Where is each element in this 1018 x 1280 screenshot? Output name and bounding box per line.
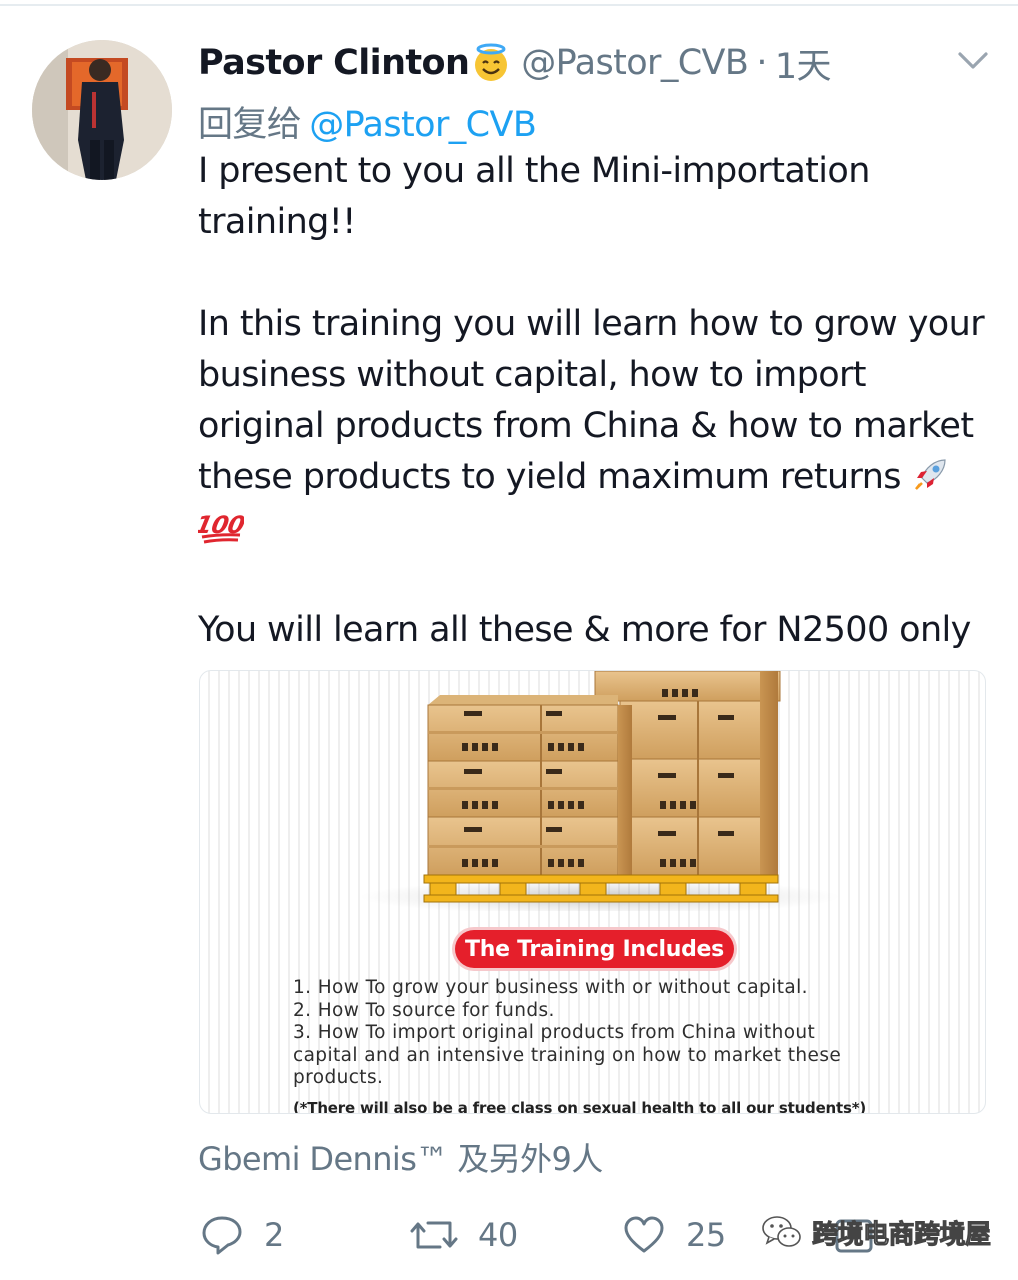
reply-button[interactable]: 2 <box>200 1205 284 1265</box>
reply-mention-link[interactable]: @Pastor_CVB <box>309 105 537 145</box>
training-list-item: 2. How To source for funds. <box>293 999 555 1021</box>
top-divider <box>0 4 1018 6</box>
heart-icon <box>624 1216 664 1253</box>
author-handle[interactable]: @Pastor_CVB <box>521 43 749 83</box>
tweet-text-line: business without capital, how to import <box>198 355 867 395</box>
reply-count: 2 <box>264 1216 284 1254</box>
avatar-photo-icon <box>32 40 172 180</box>
tweet-text-line: original products from China & how to ma… <box>198 406 974 446</box>
training-list-item: capital and an intensive training on how… <box>293 1044 842 1066</box>
wechat-icon <box>762 1216 801 1247</box>
stacked-boxes-pallet-icon <box>360 671 840 911</box>
training-badge: The Training Includes <box>455 930 734 968</box>
tweet-emoji-line: 100 <box>193 503 248 560</box>
tweet-text-line: You will learn all these & more for N250… <box>198 610 971 650</box>
tweet-media-image[interactable]: The Training Includes 1. How To grow you… <box>199 670 986 1114</box>
training-list-item: 3. How To import original products from … <box>293 1022 816 1043</box>
watermark-text: 跨境电商跨境屋 <box>812 1219 992 1250</box>
reply-prefix: 回复给 <box>198 105 302 145</box>
tweet-text-line: training!! <box>198 202 356 242</box>
retweet-icon <box>410 1221 458 1249</box>
author-avatar[interactable] <box>32 40 172 180</box>
training-list-item: products. <box>293 1067 384 1088</box>
training-list: 1. How To grow your business with or wit… <box>293 977 841 1090</box>
author-name[interactable]: Pastor Clinton <box>198 43 470 83</box>
like-button[interactable]: 25 <box>622 1205 726 1265</box>
header-separator: · <box>756 43 767 83</box>
retweet-count: 40 <box>478 1216 518 1254</box>
likes-summary[interactable]: Gbemi Dennis™ 及另外9人 <box>198 1134 603 1180</box>
hundred-points-emoji-icon: 100 <box>193 505 248 560</box>
retweet-button[interactable]: 40 <box>410 1205 518 1265</box>
tweet-text-line: In this training you will learn how to g… <box>198 304 985 344</box>
tweet-text-line: I present to you all the Mini-importatio… <box>198 151 870 191</box>
tweet-timestamp[interactable]: 1天 <box>775 38 832 89</box>
training-footnote: (*There will also be a free class on sex… <box>293 1099 867 1114</box>
halo-smile-emoji-icon <box>471 43 511 83</box>
tweet-header: Pastor Clinton @Pastor_CVB · 1天 <box>198 38 832 89</box>
tweet-text-segment: these products to yield maximum returns <box>198 457 902 497</box>
reply-icon <box>202 1216 242 1255</box>
tweet-menu-button[interactable] <box>956 48 990 74</box>
wechat-watermark: 跨境电商跨境屋 <box>760 1212 992 1252</box>
reply-context: 回复给 @Pastor_CVB <box>198 96 537 147</box>
training-list-item: 1. How To grow your business with or wit… <box>293 977 808 998</box>
rocket-emoji-icon <box>911 454 951 509</box>
like-count: 25 <box>686 1216 726 1254</box>
tweet-text-line-with-emoji: these products to yield maximum returns <box>198 452 951 509</box>
chevron-down-icon <box>958 52 988 69</box>
